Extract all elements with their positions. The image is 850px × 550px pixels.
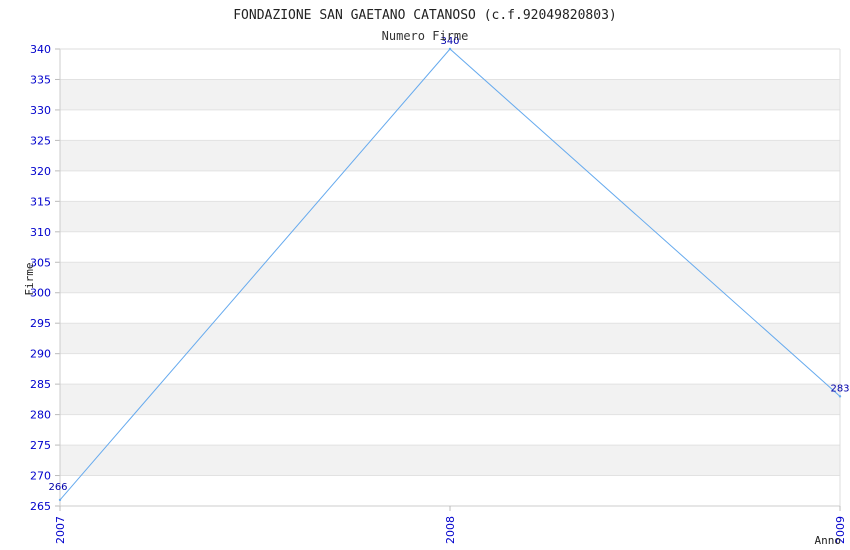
grid-band bbox=[60, 49, 840, 80]
x-tick-label: 2008 bbox=[444, 516, 457, 544]
grid-band bbox=[60, 140, 840, 171]
data-label: 266 bbox=[48, 482, 67, 493]
y-tick-label: 270 bbox=[30, 470, 51, 483]
grid-band bbox=[60, 445, 840, 476]
grid-band bbox=[60, 475, 840, 506]
y-tick-label: 290 bbox=[30, 348, 51, 361]
y-tick-label: 325 bbox=[30, 134, 51, 147]
chart-title: FONDAZIONE SAN GAETANO CATANOSO (c.f.920… bbox=[233, 8, 617, 23]
grid-band bbox=[60, 292, 840, 324]
grid-band bbox=[60, 109, 840, 141]
grid-band bbox=[60, 231, 840, 263]
grid-bands bbox=[60, 49, 840, 506]
grid-band bbox=[60, 384, 840, 415]
chart-subtitle: Numero Firme bbox=[382, 29, 469, 43]
x-ticks: 2007 2008 2009 bbox=[54, 506, 847, 544]
grid-band bbox=[60, 170, 840, 202]
y-tick-label: 340 bbox=[30, 43, 51, 56]
grid-band bbox=[60, 201, 840, 232]
x-axis-label: Anno bbox=[815, 534, 842, 547]
data-label: 283 bbox=[830, 383, 849, 394]
data-point bbox=[838, 395, 842, 398]
data-point bbox=[58, 498, 62, 502]
y-tick-label: 275 bbox=[30, 439, 51, 452]
y-axis-label: Firme bbox=[23, 262, 36, 295]
y-tick-label: 320 bbox=[30, 165, 51, 178]
grid-band bbox=[60, 353, 840, 385]
grid-band bbox=[60, 414, 840, 446]
y-tick-label: 330 bbox=[30, 104, 51, 117]
grid-band bbox=[60, 323, 840, 354]
y-tick-label: 285 bbox=[30, 378, 51, 391]
grid-band bbox=[60, 79, 840, 110]
y-tick-label: 335 bbox=[30, 73, 51, 86]
y-tick-label: 315 bbox=[30, 195, 51, 208]
y-tick-label: 310 bbox=[30, 226, 51, 239]
y-tick-label: 295 bbox=[30, 317, 51, 330]
grid-band bbox=[60, 262, 840, 293]
data-point bbox=[448, 47, 452, 51]
y-tick-label: 265 bbox=[30, 500, 51, 513]
x-tick-label: 2007 bbox=[54, 516, 67, 544]
chart: 2652702752802852902953003053103153203253… bbox=[23, 8, 850, 547]
y-tick-label: 280 bbox=[30, 409, 51, 422]
